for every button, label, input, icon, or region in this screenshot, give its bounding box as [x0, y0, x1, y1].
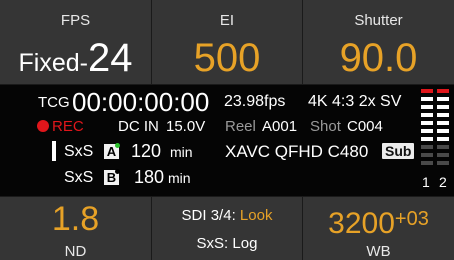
wb-value: 3200 [328, 207, 395, 240]
reel-value: A001 [262, 118, 298, 135]
nd-label: ND [64, 243, 87, 260]
meter-ch2-seg [437, 137, 449, 141]
sdi-label: SDI 3/4: [181, 207, 236, 224]
nd-value: 1.8 [51, 200, 100, 238]
meter-ch2-label: 2 [439, 174, 447, 190]
dc-in-value: 15.0V [166, 118, 206, 135]
tcg-label: TCG [38, 94, 70, 111]
shot-value: C004 [347, 118, 383, 135]
meter-ch1-peak [421, 89, 433, 93]
fps-mode: Fixed- [18, 49, 88, 77]
media-b-unit: min [168, 170, 191, 186]
rec-indicator: REC [52, 118, 84, 135]
status-panel: TCG 00:00:00:00 23.98fps 4K 4:3 2x SV RE… [0, 85, 454, 196]
media-b-slot: B [104, 169, 120, 186]
sdi-panel[interactable]: SDI 3/4: Look SxS: Log [152, 197, 302, 260]
media-a-value: 120 [131, 141, 162, 161]
meter-ch2-seg [437, 97, 449, 101]
meter-ch2-seg [437, 121, 449, 125]
sxs-output-row: SxS: Log [152, 235, 302, 252]
slot-a-icon: A [104, 143, 120, 159]
shutter-value: 90.0 [339, 36, 418, 80]
shutter-label: Shutter [354, 12, 403, 29]
sdi-value: Look [239, 207, 273, 224]
fps-number: 24 [87, 36, 133, 80]
wb-panel[interactable]: 3200+03 WB [303, 197, 454, 260]
meter-ch1-label: 1 [422, 174, 430, 190]
sub-badge: Sub [382, 143, 415, 159]
media-a-type: SxS [64, 143, 94, 160]
ei-label: EI [219, 12, 235, 29]
media-a-slot: A [104, 143, 120, 160]
wb-value-row: 3200+03 [303, 203, 454, 240]
reel-label: Reel [225, 118, 256, 135]
sxs-output-value: Log [232, 235, 258, 252]
meter-ch1-seg [421, 153, 433, 157]
shutter-panel[interactable]: Shutter 90.0 [303, 0, 454, 84]
slot-b-icon: B [104, 169, 120, 185]
meter-ch2-peak [437, 89, 449, 93]
meter-ch2-seg [437, 129, 449, 133]
media-b-value: 180 [134, 167, 165, 187]
ei-value: 500 [193, 36, 261, 80]
meter-ch1-seg [421, 113, 433, 117]
dc-in-label: DC IN [118, 118, 159, 135]
audio-meter [420, 87, 454, 171]
meter-ch2-seg [437, 105, 449, 109]
meter-ch2-seg [437, 113, 449, 117]
meter-ch1-seg [421, 137, 433, 141]
slot-a-status-dot [115, 143, 120, 148]
rec-dot-icon [37, 120, 49, 132]
meter-ch1-seg [421, 145, 433, 149]
ei-panel[interactable]: EI 500 [152, 0, 302, 84]
sxs-output-label: SxS: [196, 235, 229, 252]
meter-ch2-seg [437, 153, 449, 157]
wb-offset: +03 [394, 208, 429, 230]
nd-panel[interactable]: 1.8 ND [0, 197, 151, 260]
fps-panel[interactable]: FPS Fixed-24 [0, 0, 151, 84]
fps-value: Fixed-24 [0, 38, 151, 83]
format-label: 4K 4:3 2x SV [308, 93, 402, 110]
meter-ch2-seg [437, 161, 449, 165]
meter-ch1-seg [421, 105, 433, 109]
fps-label: FPS [60, 12, 91, 29]
meter-ch1-seg [421, 129, 433, 133]
codec-label: XAVC QFHD C480 [225, 142, 369, 161]
meter-ch1-seg [421, 161, 433, 165]
shot-label: Shot [310, 118, 341, 135]
frame-rate: 23.98fps [224, 93, 286, 110]
media-b-type: SxS [64, 169, 94, 186]
meter-ch2-seg [437, 145, 449, 149]
wb-label: WB [366, 243, 391, 260]
meter-ch1-seg [421, 121, 433, 125]
media-a-unit: min [170, 144, 193, 160]
slot-b-status-dot [115, 169, 120, 174]
sdi-row: SDI 3/4: Look [152, 207, 302, 224]
timecode: 00:00:00:00 [72, 87, 210, 117]
meter-ch1-seg [421, 97, 433, 101]
active-slot-marker [52, 141, 56, 161]
